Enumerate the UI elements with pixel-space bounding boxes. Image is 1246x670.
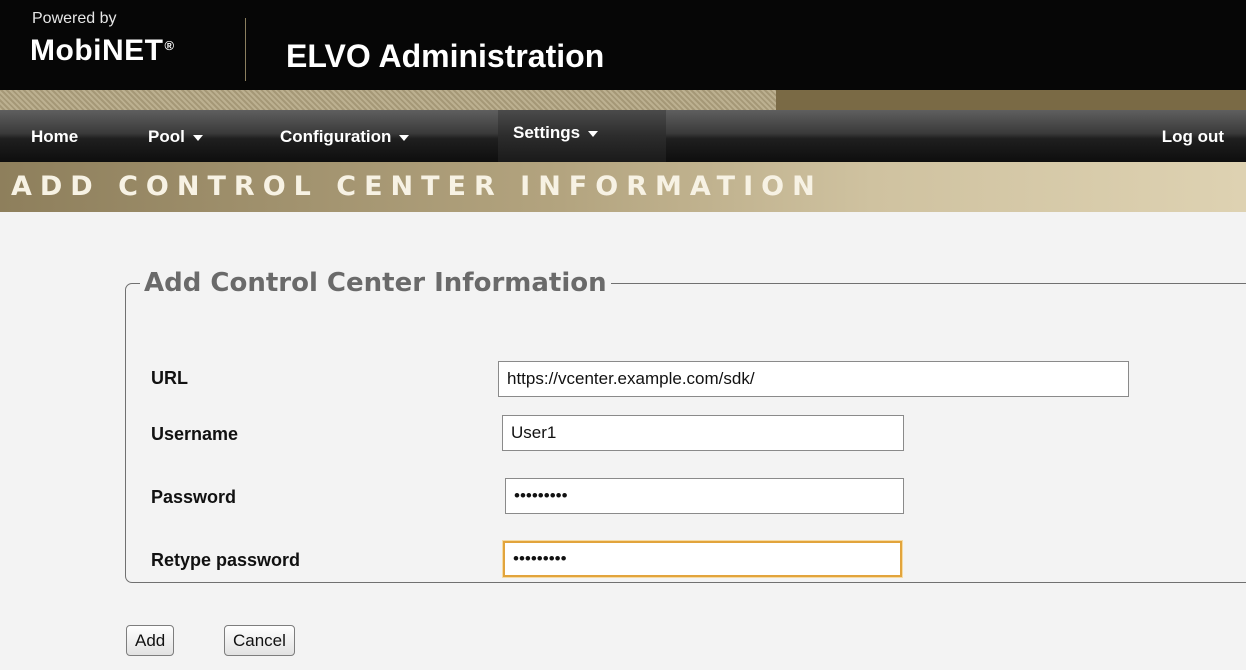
- nav-pool[interactable]: Pool: [148, 127, 203, 147]
- header-divider: [245, 18, 246, 81]
- nav-configuration-label: Configuration: [280, 127, 392, 146]
- url-input[interactable]: [498, 361, 1129, 397]
- brand-logo: MobiNET®: [30, 34, 175, 68]
- nav-bar: Home Pool Configuration Settings Log out: [0, 110, 1246, 162]
- app-title: ELVO Administration: [286, 38, 605, 74]
- nav-home[interactable]: Home: [31, 127, 78, 147]
- registered-mark: ®: [164, 38, 175, 53]
- nav-settings[interactable]: Settings: [513, 123, 599, 143]
- section-title: ADD CONTROL CENTER INFORMATION: [11, 171, 823, 202]
- form-legend: Add Control Center Information: [144, 268, 607, 298]
- section-banner: ADD CONTROL CENTER INFORMATION: [0, 162, 1246, 212]
- app-window: Powered by MobiNET® ELVO Administration …: [0, 0, 1246, 670]
- decorative-texture-band: [0, 90, 1246, 110]
- caret-down-icon: [588, 130, 599, 137]
- header: Powered by MobiNET® ELVO Administration: [0, 0, 1246, 90]
- control-center-form: Add Control Center Information URL Usern…: [125, 268, 1246, 583]
- retype-password-label: Retype password: [151, 550, 301, 570]
- powered-by-text: Powered by: [32, 10, 117, 27]
- caret-down-icon: [399, 134, 410, 141]
- cancel-button[interactable]: Cancel: [224, 625, 295, 656]
- password-label: Password: [151, 487, 237, 507]
- retype-password-input[interactable]: [503, 541, 902, 577]
- url-label: URL: [151, 368, 188, 388]
- nav-settings-label: Settings: [513, 123, 581, 142]
- nav-configuration[interactable]: Configuration: [280, 127, 410, 147]
- password-input[interactable]: [505, 478, 904, 514]
- nav-home-label: Home: [31, 127, 79, 146]
- brand-name: MobiNET: [30, 34, 164, 67]
- content-area: Add Control Center Information URL Usern…: [0, 212, 1246, 670]
- logout-link[interactable]: Log out: [1162, 127, 1224, 147]
- nav-pool-label: Pool: [148, 127, 185, 146]
- caret-down-icon: [192, 134, 203, 141]
- add-button[interactable]: Add: [126, 625, 175, 656]
- username-input[interactable]: [502, 415, 904, 451]
- username-label: Username: [151, 424, 239, 444]
